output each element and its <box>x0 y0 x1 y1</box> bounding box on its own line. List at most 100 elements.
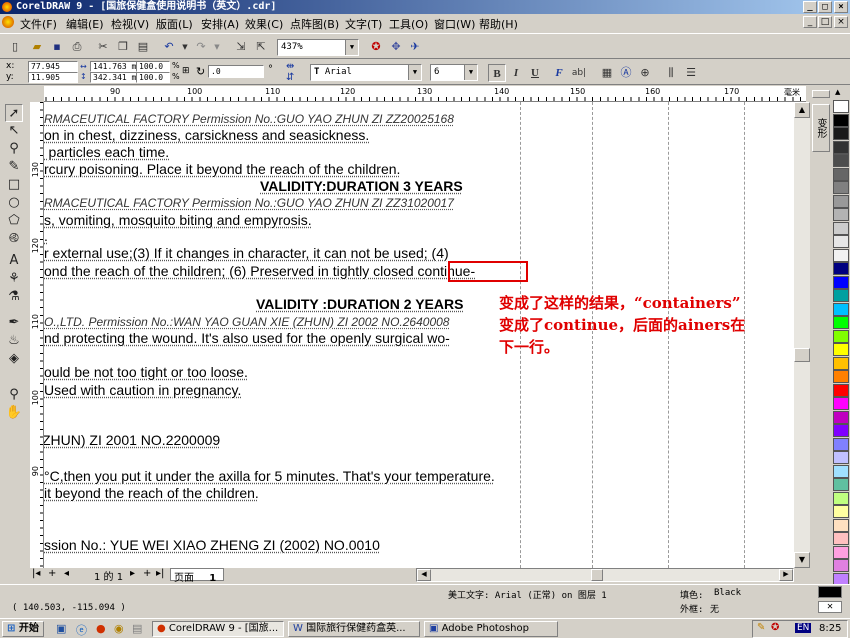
color-swatch[interactable] <box>833 208 849 221</box>
whats-this-help-icon[interactable]: ✈ <box>406 38 424 56</box>
document-icon[interactable] <box>2 16 14 28</box>
color-swatch[interactable] <box>833 491 849 505</box>
horizontal-text-icon[interactable]: ☰ <box>682 64 700 82</box>
menu-window[interactable]: 窗口(W) <box>434 16 475 32</box>
vertical-ruler[interactable]: 130 120 110 100 90 <box>30 102 44 568</box>
color-swatch[interactable] <box>833 316 849 329</box>
text-tool-icon[interactable]: A <box>5 252 23 270</box>
document-text-line[interactable]: r external use;(3) If it changes in char… <box>44 245 449 261</box>
color-swatch[interactable] <box>833 343 849 356</box>
save-icon[interactable]: ▪ <box>48 38 66 56</box>
menu-text[interactable]: 文字(T) <box>345 16 382 32</box>
chevron-down-icon[interactable]: ▼ <box>408 65 421 80</box>
doc-minimize-button[interactable]: _ <box>803 16 817 28</box>
color-swatch[interactable] <box>833 221 849 235</box>
corel-tools-icon[interactable]: ✥ <box>387 38 405 56</box>
color-swatch[interactable] <box>833 127 849 140</box>
document-text-line[interactable]: ond the reach of the children; (6) Prese… <box>44 263 475 279</box>
menu-file[interactable]: 文件(F) <box>20 16 57 32</box>
ellipse-tool-icon[interactable]: ○ <box>5 194 23 212</box>
document-text-line[interactable]: . <box>44 228 48 244</box>
document-text-line[interactable]: on in chest, dizziness, carsickness and … <box>44 127 369 143</box>
menu-edit[interactable]: 编辑(E) <box>66 16 104 32</box>
pick-tool-icon[interactable]: ➚ <box>5 104 23 122</box>
zoom-icon[interactable]: ⚲ <box>5 386 23 404</box>
quicklaunch-app-icon[interactable]: ◉ <box>114 622 124 635</box>
color-swatch[interactable] <box>833 532 849 545</box>
color-swatch[interactable] <box>833 383 849 397</box>
document-text-line[interactable]: rcury poisoning. Place it beyond the rea… <box>44 161 400 177</box>
zoom-tool-icon[interactable]: ⚲ <box>5 140 23 158</box>
start-button[interactable]: ⊞ 开始 <box>2 621 44 637</box>
underline-button[interactable]: U <box>526 64 544 82</box>
zoom-level-select[interactable]: 437% ▼ <box>277 39 359 56</box>
color-swatch[interactable] <box>833 478 849 491</box>
polygon-tool-icon[interactable]: ⬠ <box>5 212 23 230</box>
scroll-down-icon[interactable]: ▼ <box>794 552 810 568</box>
chevron-down-icon[interactable]: ▼ <box>464 65 477 80</box>
application-launcher-icon[interactable]: ✪ <box>367 38 385 56</box>
color-swatch[interactable] <box>833 329 849 343</box>
menu-layout[interactable]: 版面(L) <box>156 16 193 32</box>
color-swatch[interactable] <box>833 235 849 248</box>
color-swatch[interactable] <box>833 437 849 451</box>
color-swatch[interactable] <box>833 248 849 262</box>
color-swatch[interactable] <box>833 167 849 181</box>
quicklaunch-corel-icon[interactable]: ● <box>96 622 106 635</box>
add-page-before-icon[interactable]: + <box>48 568 56 579</box>
color-swatch[interactable] <box>833 518 849 532</box>
fill-swatch[interactable] <box>818 586 842 598</box>
bold-button[interactable]: B <box>488 64 506 82</box>
maximize-button[interactable]: □ <box>818 1 832 13</box>
freehand-tool-icon[interactable]: ✎ <box>5 158 23 176</box>
color-swatch[interactable] <box>833 559 849 572</box>
horizontal-ruler[interactable]: 90 100 110 120 130 140 150 160 170 毫米 <box>30 86 806 102</box>
add-page-after-icon[interactable]: + <box>143 568 151 579</box>
color-swatch[interactable] <box>833 451 849 464</box>
color-swatch[interactable] <box>833 397 849 410</box>
scale-y-field[interactable]: 100.0 <box>136 72 170 83</box>
pan-hand-icon[interactable]: ✋ <box>5 404 23 422</box>
hscroll-thumb[interactable] <box>591 569 603 581</box>
paste-icon[interactable]: ▤ <box>134 38 152 56</box>
color-swatch[interactable] <box>833 113 849 127</box>
shape-tool-icon[interactable]: ↖ <box>5 122 23 140</box>
menu-tools[interactable]: 工具(O) <box>389 16 428 32</box>
edit-text-button[interactable]: ab| <box>570 64 588 82</box>
interactive-tool-icon[interactable]: ⚘ <box>5 270 23 288</box>
scroll-left-icon[interactable]: ◀ <box>417 569 431 581</box>
scale-x-field[interactable]: 100.0 <box>136 61 170 72</box>
menu-effects[interactable]: 效果(C) <box>245 16 283 32</box>
palette-scroll-up-icon[interactable]: ▲ <box>835 88 840 96</box>
color-swatch[interactable] <box>833 356 849 370</box>
document-text-line[interactable]: Used with caution in pregnancy. <box>44 382 241 398</box>
ruler-origin[interactable] <box>30 86 44 102</box>
color-swatch[interactable] <box>833 194 849 208</box>
target-icon[interactable]: ⊕ <box>636 64 654 82</box>
document-text-line[interactable]: nd protecting the wound. It's also used … <box>44 330 450 346</box>
mirror-horizontal-icon[interactable]: ⇹ <box>286 61 294 72</box>
convert-text-icon[interactable]: ▦ <box>598 64 616 82</box>
docker-grip[interactable] <box>812 90 830 98</box>
document-text-line[interactable]: RMACEUTICAL FACTORY Permission No.:GUO Y… <box>44 196 454 210</box>
outline-tool-icon[interactable]: ✒ <box>5 314 23 332</box>
fit-text-icon[interactable]: Ⓐ <box>617 64 635 82</box>
menu-bitmaps[interactable]: 点阵图(B) <box>290 16 339 32</box>
rotation-field[interactable]: .0 <box>208 65 264 78</box>
next-page-icon[interactable]: ▸ <box>130 568 135 579</box>
document-text-line[interactable]: it beyond the reach of the children. <box>44 485 259 501</box>
vertical-text-icon[interactable]: ⫼ <box>662 64 680 82</box>
color-swatch[interactable] <box>833 154 849 167</box>
document-text-line[interactable]: s, vomiting, mosquito biting and empyros… <box>44 212 312 228</box>
color-swatch[interactable] <box>833 275 849 289</box>
fill-tool-icon[interactable]: ♨ <box>5 332 23 350</box>
document-text-line[interactable]: ssion No.: YUE WEI XIAO ZHENG ZI (2002) … <box>44 537 380 553</box>
color-swatch[interactable] <box>833 100 849 113</box>
color-swatch[interactable] <box>833 545 849 559</box>
export-icon[interactable]: ⇱ <box>252 38 270 56</box>
minimize-button[interactable]: _ <box>803 1 817 13</box>
document-text-line[interactable]: VALIDITY:DURATION 3 YEARS <box>260 178 463 194</box>
tray-tool-icon[interactable]: ✎ <box>757 622 765 633</box>
x-position-field[interactable]: 77.945 <box>28 61 78 72</box>
quicklaunch-desktop-icon[interactable]: ▣ <box>56 622 66 635</box>
